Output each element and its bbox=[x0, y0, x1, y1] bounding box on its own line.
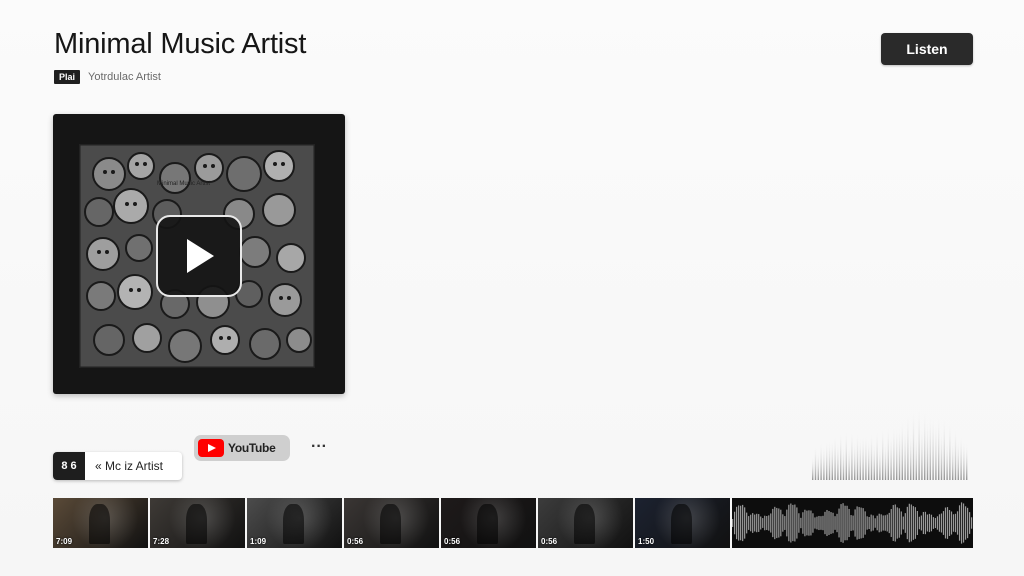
album-cover[interactable]: Minimal Music Artist bbox=[53, 114, 345, 394]
video-thumbnail[interactable]: 1:50 bbox=[635, 498, 730, 548]
listen-button[interactable]: Listen bbox=[881, 33, 973, 65]
page-title: Minimal Music Artist bbox=[54, 28, 307, 60]
performer-silhouette bbox=[574, 504, 595, 544]
performer-silhouette bbox=[186, 504, 207, 544]
play-button[interactable] bbox=[156, 215, 242, 297]
youtube-button[interactable]: YouTube bbox=[194, 435, 290, 461]
video-thumbnail[interactable]: 0:56 bbox=[538, 498, 633, 548]
audio-waveform-thumbnail[interactable] bbox=[732, 498, 973, 548]
video-duration: 0:56 bbox=[541, 537, 558, 546]
artist-count: 8 6 bbox=[53, 452, 85, 480]
artist-chip-label: « Mc iz Artist bbox=[95, 459, 164, 473]
video-duration: 0:56 bbox=[347, 537, 364, 546]
more-options-button[interactable]: ··· bbox=[308, 437, 330, 457]
video-duration: 1:09 bbox=[250, 537, 267, 546]
video-duration: 7:28 bbox=[153, 537, 170, 546]
performer-silhouette bbox=[671, 504, 692, 544]
video-thumbnail[interactable]: 0:56 bbox=[441, 498, 536, 548]
performer-silhouette bbox=[380, 504, 401, 544]
play-icon bbox=[187, 239, 214, 273]
video-thumbnail[interactable]: 1:09 bbox=[247, 498, 342, 548]
artist-subtitle-row: Plai Yotrdulac Artist bbox=[54, 70, 161, 84]
youtube-label: YouTube bbox=[228, 441, 276, 455]
performer-silhouette bbox=[89, 504, 110, 544]
video-thumbnail[interactable]: 7:28 bbox=[150, 498, 245, 548]
performer-silhouette bbox=[283, 504, 304, 544]
album-caption: Minimal Music Artist bbox=[157, 181, 211, 187]
video-thumbnail[interactable]: 0:56 bbox=[344, 498, 439, 548]
waveform-icon bbox=[732, 502, 973, 544]
video-duration: 7:09 bbox=[56, 537, 73, 546]
performer-silhouette bbox=[477, 504, 498, 544]
artist-chip[interactable]: 8 6 « Mc iz Artist bbox=[53, 452, 182, 480]
youtube-logo-icon bbox=[198, 439, 224, 457]
video-duration: 1:50 bbox=[638, 537, 655, 546]
audio-waveform-graphic bbox=[812, 404, 968, 480]
video-duration: 0:56 bbox=[444, 537, 461, 546]
artist-subtitle[interactable]: Yotrdulac Artist bbox=[88, 71, 161, 83]
video-thumbnail-strip: 7:09 7:28 1:09 0:56 0:56 0:56 1:50 bbox=[53, 498, 973, 548]
play-badge: Plai bbox=[54, 70, 80, 84]
video-thumbnail[interactable]: 7:09 bbox=[53, 498, 148, 548]
